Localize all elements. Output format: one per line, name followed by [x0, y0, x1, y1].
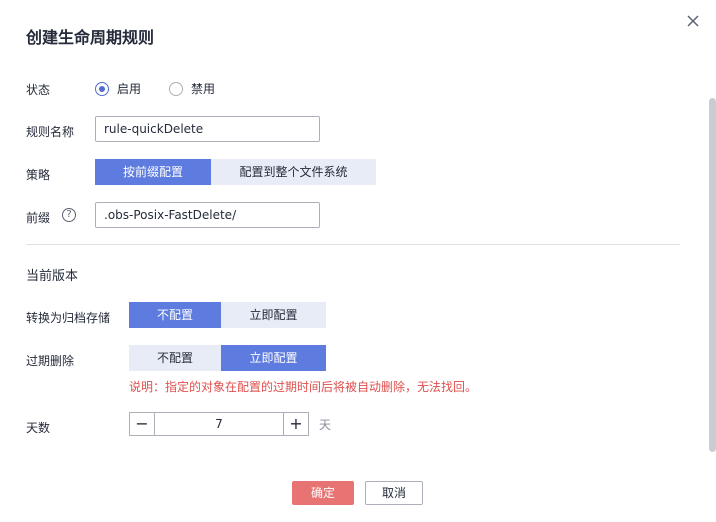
- rule-name-input[interactable]: rule-quickDelete: [95, 116, 320, 142]
- prefix-label: 前缀: [26, 211, 51, 225]
- expire-note: 说明：指定的对象在配置的过期时间后将被自动删除，无法找回。: [129, 380, 478, 394]
- minus-icon[interactable]: −: [130, 413, 155, 435]
- days-unit: 天: [319, 418, 332, 432]
- archive-option-none[interactable]: 不配置: [129, 302, 221, 328]
- expire-option-now[interactable]: 立即配置: [221, 345, 326, 371]
- status-radio-disable[interactable]: 禁用: [169, 80, 215, 97]
- rule-name-label: 规则名称: [26, 125, 75, 139]
- close-icon[interactable]: [684, 12, 702, 30]
- policy-segmented: 按前缀配置 配置到整个文件系统: [95, 159, 376, 185]
- expire-option-none[interactable]: 不配置: [129, 345, 221, 371]
- current-version-heading: 当前版本: [26, 269, 79, 284]
- plus-icon[interactable]: +: [283, 413, 308, 435]
- policy-label: 策略: [26, 168, 51, 182]
- status-radio-enable[interactable]: 启用: [95, 80, 141, 97]
- days-input[interactable]: 7: [155, 413, 283, 435]
- days-stepper: − 7 +: [129, 412, 309, 436]
- expire-label: 过期删除: [26, 354, 75, 368]
- policy-option-prefix[interactable]: 按前缀配置: [95, 159, 211, 185]
- create-lifecycle-rule-dialog: 创建生命周期规则 状态 启用 禁用 规则名称 rule-quickDelete …: [0, 0, 716, 522]
- days-label: 天数: [26, 421, 51, 435]
- archive-option-now[interactable]: 立即配置: [221, 302, 326, 328]
- policy-option-whole-fs[interactable]: 配置到整个文件系统: [211, 159, 376, 185]
- radio-circle: [169, 81, 183, 96]
- cancel-button[interactable]: 取消: [365, 481, 423, 505]
- radio-circle: [95, 81, 109, 96]
- divider: [26, 244, 680, 245]
- radio-label-disable: 禁用: [191, 82, 216, 96]
- expire-segmented: 不配置 立即配置: [129, 345, 326, 371]
- question-circle-icon[interactable]: ?: [62, 208, 76, 222]
- scrollbar[interactable]: [709, 98, 716, 452]
- archive-label: 转换为归档存储: [26, 311, 111, 325]
- radio-label-enable: 启用: [117, 82, 142, 96]
- confirm-button[interactable]: 确定: [292, 481, 354, 505]
- status-label: 状态: [26, 83, 51, 97]
- dialog-title: 创建生命周期规则: [26, 28, 155, 47]
- archive-segmented: 不配置 立即配置: [129, 302, 326, 328]
- prefix-input[interactable]: .obs-Posix-FastDelete/: [95, 202, 320, 228]
